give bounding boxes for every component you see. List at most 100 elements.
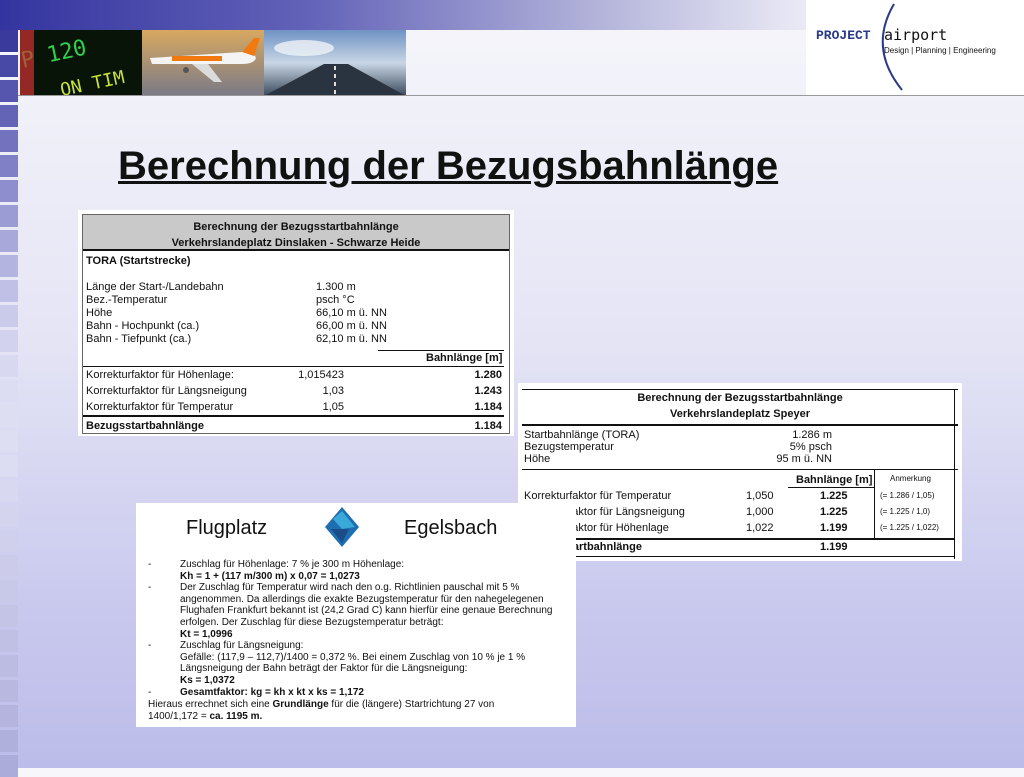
param-label: Bahn - Hochpunkt (ca.)	[86, 320, 200, 332]
strip-block	[0, 205, 18, 227]
airplane-photo	[142, 30, 264, 96]
calc-line: Der Zuschlag für Temperatur wird nach de…	[180, 582, 520, 594]
text-bold: ca. 1195 m.	[209, 711, 263, 722]
strip-block	[0, 355, 18, 377]
param-value: 95 m ü. NN	[776, 453, 832, 465]
strip-block	[0, 530, 18, 552]
strip-block	[0, 305, 18, 327]
trading-board-photo: P 120 ON TIM	[20, 30, 142, 96]
logo-project-text: PROJECT	[816, 28, 871, 43]
calc-line: Kh = 1 + (117 m/300 m) x 0,07 = 1,0273	[180, 570, 360, 582]
divider	[954, 389, 955, 559]
factor-label: Korrekturfaktor für Temperatur	[86, 401, 234, 413]
strip-block	[0, 330, 18, 352]
divider	[522, 556, 954, 557]
factor-value: 1,015423	[298, 369, 344, 381]
header-divider	[18, 95, 1024, 96]
bullet-dash: -	[148, 640, 152, 652]
strip-block	[0, 755, 18, 777]
strip-block	[0, 605, 18, 627]
table-subtitle: Verkehrslandeplatz Speyer	[669, 408, 810, 420]
param-label: Länge der Start-/Landebahn	[86, 281, 224, 293]
strip-block	[0, 155, 18, 177]
calc-line: Ks = 1,0372	[180, 675, 235, 686]
egelsbach-excerpt: Flugplatz Egelsbach - Zuschlag für Höhenl…	[136, 503, 576, 727]
strip-block	[0, 180, 18, 202]
calc-line: Kt = 1,0996	[180, 628, 233, 640]
logo-tagline: Design | Planning | Engineering	[884, 46, 996, 55]
divider	[788, 487, 874, 488]
speyer-table: Berechnung der Bezugsstartbahnlänge Verk…	[518, 383, 962, 561]
strip-block	[0, 80, 18, 102]
calc-line: Gefälle: (117,9 – 112,7)/1400 = 0,372 %.…	[180, 651, 526, 663]
table-subtitle: Verkehrslandeplatz Dinslaken - Schwarze …	[171, 237, 421, 249]
calc-line: erfolgen. Der Zuschlag für diese Bezugst…	[180, 617, 444, 628]
strip-block	[0, 705, 18, 727]
company-logo: PROJECT airport Design | Planning | Engi…	[806, 0, 1024, 96]
strip-block	[0, 430, 18, 452]
param-label: Startbahnlänge (TORA)	[524, 429, 640, 441]
divider	[874, 469, 875, 539]
strip-block	[0, 30, 18, 52]
param-label: Höhe	[86, 307, 113, 319]
text-bold: Grundlänge	[272, 699, 329, 710]
divider	[522, 424, 958, 426]
length-value: 1.199	[820, 522, 848, 534]
divider	[522, 469, 958, 470]
calc-line: Längsneigung der Bahn beträgt der Faktor…	[180, 663, 468, 675]
param-value: psch °C	[316, 294, 355, 306]
divider	[378, 350, 504, 351]
total-value: 1.199	[820, 541, 848, 553]
logo-airport-text: airport	[884, 26, 948, 44]
strip-block	[0, 380, 18, 402]
strip-block	[0, 680, 18, 702]
length-value: 1.243	[474, 385, 502, 397]
dinslaken-table: Berechnung der Bezugsstartbahnlänge Verk…	[78, 210, 514, 436]
left-decorative-strip	[0, 30, 18, 777]
param-label: Bezugstemperatur	[524, 441, 614, 453]
text: 1400/1,172 =	[148, 711, 210, 722]
closing-line-1: Hieraus errechnet sich eine Grundlänge f…	[148, 699, 494, 710]
strip-block	[0, 105, 18, 127]
param-value: 5% psch	[789, 441, 832, 453]
strip-block	[0, 555, 18, 577]
bullet-dash: -	[148, 686, 152, 698]
closing-line-2: 1400/1,172 = ca. 1195 m.	[148, 711, 262, 722]
factor-label: Korrekturfaktor für Höhenlage:	[86, 369, 234, 381]
note-value: (= 1.225 / 1,022)	[880, 523, 939, 532]
calc-line: Gesamtfaktor: kg = kh x kt x ks = 1,172	[180, 686, 364, 698]
param-value: 66,00 m ü. NN	[316, 320, 387, 332]
column-header: Bahnlänge [m]	[796, 474, 873, 486]
strip-block	[0, 580, 18, 602]
length-value: 1.184	[474, 401, 502, 413]
calc-line: angenommen. Da allerdings die exakte Bez…	[180, 593, 544, 605]
note-value: (= 1.225 / 1,0)	[880, 507, 931, 516]
strip-block	[0, 505, 18, 527]
strip-block	[0, 630, 18, 652]
factor-value: 1,03	[322, 385, 344, 397]
table-title: Berechnung der Bezugsstartbahnlänge	[193, 221, 399, 233]
text: Hieraus errechnet sich eine	[148, 699, 273, 710]
strip-block	[0, 455, 18, 477]
length-value: 1.225	[820, 506, 848, 518]
strip-block	[0, 230, 18, 252]
length-value: 1.225	[820, 490, 848, 502]
divider	[522, 389, 958, 390]
length-value: 1.280	[474, 369, 502, 381]
strip-block	[0, 255, 18, 277]
note-value: (= 1.286 / 1,05)	[880, 491, 935, 500]
divider	[83, 366, 504, 367]
factor-value: 1,050	[746, 490, 774, 502]
factor-value: 1,000	[746, 506, 774, 518]
param-label: Bez.-Temperatur	[86, 294, 168, 306]
total-value: 1.184	[474, 420, 502, 432]
section-label: TORA (Startstrecke)	[86, 255, 191, 267]
strip-block	[0, 130, 18, 152]
slide-title: Berechnung der Bezugsbahnlänge	[118, 144, 779, 188]
factor-value: 1,05	[322, 401, 344, 413]
param-value: 66,10 m ü. NN	[316, 307, 387, 319]
bullet-dash: -	[148, 582, 152, 594]
strip-block	[0, 655, 18, 677]
airfield-logo-icon	[325, 507, 359, 547]
param-label: Bahn - Tiefpunkt (ca.)	[86, 333, 192, 345]
